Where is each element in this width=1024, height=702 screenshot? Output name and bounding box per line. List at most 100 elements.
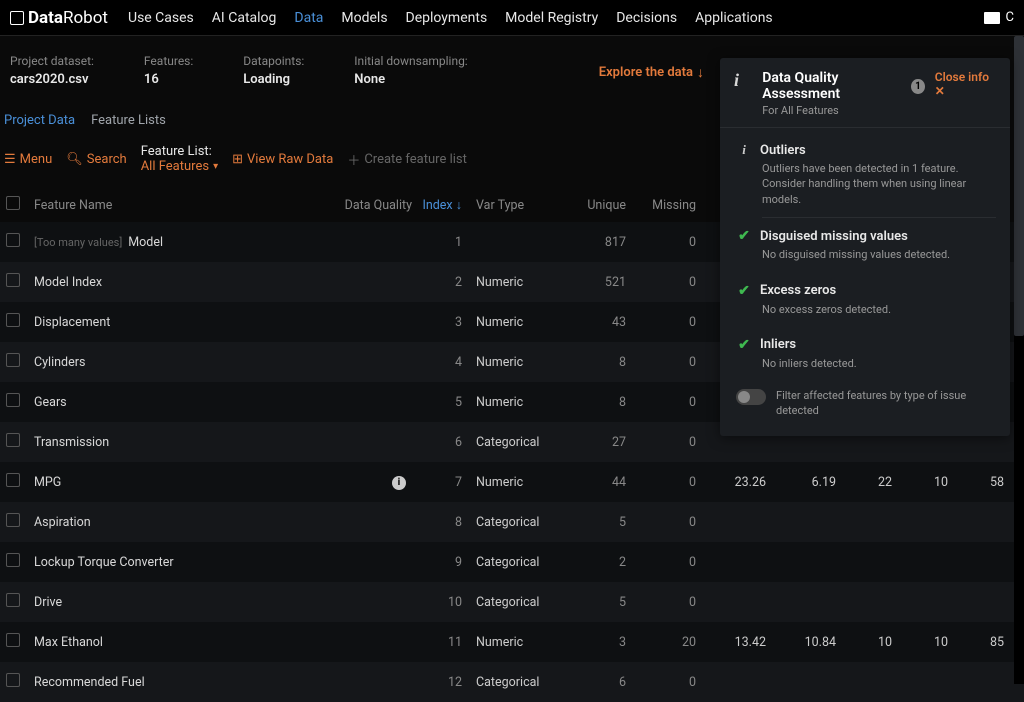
- menu-icon: ☰: [4, 152, 16, 167]
- unique: 6: [560, 675, 626, 690]
- var-type: Categorical: [462, 515, 560, 530]
- table-row[interactable]: Lockup Torque Converter9Categorical20: [0, 542, 1024, 582]
- dqa-title: Data Quality Assessment 1: [762, 70, 925, 102]
- logo[interactable]: DataRobot: [10, 8, 108, 28]
- dqa-item-desc: No inliers detected.: [762, 356, 996, 371]
- flist-label: Feature List:: [141, 144, 212, 159]
- table-row[interactable]: Drive10Categorical50: [0, 582, 1024, 622]
- mean: 13.42: [696, 635, 766, 650]
- nav-item-data[interactable]: Data: [294, 10, 323, 26]
- scroll-thumb[interactable]: [1014, 36, 1024, 336]
- info-icon[interactable]: i: [392, 476, 406, 490]
- tab-project-data[interactable]: Project Data: [4, 113, 75, 128]
- feature-name: Lockup Torque Converter: [34, 555, 174, 570]
- menu-button[interactable]: ☰Menu: [4, 152, 52, 167]
- stat-d: 85: [948, 635, 1004, 650]
- nav-item-deployments[interactable]: Deployments: [406, 10, 488, 26]
- scrollbar[interactable]: [1014, 36, 1024, 684]
- nav-item-decisions[interactable]: Decisions: [616, 10, 677, 26]
- stat-a: 10.84: [766, 635, 836, 650]
- missing: 0: [626, 315, 696, 330]
- index: 2: [412, 275, 462, 290]
- col-index[interactable]: Index ↓: [412, 198, 462, 213]
- downsample-value: None: [354, 72, 467, 87]
- row-checkbox[interactable]: [6, 673, 20, 687]
- nav-item-use-cases[interactable]: Use Cases: [128, 10, 194, 26]
- features-label: Features:: [144, 54, 193, 68]
- table-row[interactable]: Aspiration8Categorical50: [0, 502, 1024, 542]
- col-unique[interactable]: Unique: [560, 198, 626, 213]
- nav-item-model-registry[interactable]: Model Registry: [505, 10, 598, 26]
- stat-b: 22: [836, 475, 892, 490]
- select-all-checkbox[interactable]: [6, 196, 20, 210]
- row-checkbox[interactable]: [6, 393, 20, 407]
- missing: 20: [626, 635, 696, 650]
- stat-b: 10: [836, 635, 892, 650]
- table-row[interactable]: MPGi7Numeric44023.266.19221058: [0, 462, 1024, 502]
- create-label: Create feature list: [364, 152, 467, 167]
- explore-data-link[interactable]: Explore the data ↓: [599, 64, 704, 81]
- missing: 0: [626, 675, 696, 690]
- nav-right-label: C: [1006, 10, 1014, 25]
- missing: 0: [626, 395, 696, 410]
- stat-a: 6.19: [766, 475, 836, 490]
- top-nav: DataRobot Use Cases AI Catalog Data Models D…: [0, 0, 1024, 36]
- nav-item-models[interactable]: Models: [341, 10, 387, 26]
- check-icon: ✔: [736, 283, 752, 299]
- create-feature-list-button[interactable]: ＋Create feature list: [347, 150, 467, 169]
- search-label: Search: [87, 152, 127, 167]
- index: 7: [412, 475, 462, 490]
- table-row[interactable]: Recommended Fuel12Categorical60: [0, 662, 1024, 702]
- unique: 817: [560, 235, 626, 250]
- search-icon: 🔍︎: [66, 152, 83, 167]
- downsampling: Initial downsampling: None: [354, 54, 467, 87]
- row-checkbox[interactable]: [6, 433, 20, 447]
- row-checkbox[interactable]: [6, 353, 20, 367]
- nav-item-applications[interactable]: Applications: [695, 10, 773, 26]
- close-info-button[interactable]: Close info ✕: [935, 70, 996, 98]
- nav-item-ai-catalog[interactable]: AI Catalog: [212, 10, 277, 26]
- feature-name: MPG: [34, 475, 61, 490]
- feature-name: Cylinders: [34, 355, 85, 370]
- view-raw-data-button[interactable]: ⊞View Raw Data: [232, 152, 333, 167]
- missing: 0: [626, 235, 696, 250]
- arrow-down-icon: ↓: [697, 64, 704, 81]
- row-checkbox[interactable]: [6, 313, 20, 327]
- index: 11: [412, 635, 462, 650]
- row-checkbox[interactable]: [6, 633, 20, 647]
- row-checkbox[interactable]: [6, 553, 20, 567]
- unique: 5: [560, 595, 626, 610]
- explore-label: Explore the data: [599, 65, 693, 80]
- filter-toggle-row: Filter affected features by type of issu…: [736, 381, 996, 422]
- row-checkbox[interactable]: [6, 473, 20, 487]
- var-type: Categorical: [462, 675, 560, 690]
- folder-icon[interactable]: [984, 12, 1000, 24]
- index: 6: [412, 435, 462, 450]
- unique: 44: [560, 475, 626, 490]
- col-index-label: Index: [422, 198, 452, 213]
- logo-icon: [10, 11, 24, 25]
- row-checkbox[interactable]: [6, 273, 20, 287]
- col-data-quality[interactable]: Data Quality: [324, 198, 412, 213]
- index: 8: [412, 515, 462, 530]
- dqa-badge: 1: [911, 79, 925, 94]
- var-type: Numeric: [462, 275, 560, 290]
- tab-feature-lists[interactable]: Feature Lists: [91, 113, 166, 128]
- feature-name: Max Ethanol: [34, 635, 103, 650]
- filter-toggle[interactable]: [736, 389, 766, 405]
- row-checkbox[interactable]: [6, 593, 20, 607]
- filter-toggle-label: Filter affected features by type of issu…: [776, 389, 996, 418]
- missing: 0: [626, 555, 696, 570]
- row-checkbox[interactable]: [6, 513, 20, 527]
- dqa-item-title: Disguised missing values: [760, 229, 908, 244]
- check-icon: ✔: [736, 228, 752, 244]
- unique: 8: [560, 395, 626, 410]
- search-button[interactable]: 🔍︎ Search: [66, 152, 126, 167]
- row-checkbox[interactable]: [6, 233, 20, 247]
- col-missing[interactable]: Missing: [626, 198, 696, 213]
- feature-name: Model: [128, 235, 163, 250]
- col-var-type[interactable]: Var Type: [462, 198, 560, 213]
- col-feature-name[interactable]: Feature Name: [34, 198, 324, 213]
- table-row[interactable]: Max Ethanol11Numeric32013.4210.84101085: [0, 622, 1024, 662]
- feature-list-selector[interactable]: Feature List: All Features ▾: [141, 144, 218, 174]
